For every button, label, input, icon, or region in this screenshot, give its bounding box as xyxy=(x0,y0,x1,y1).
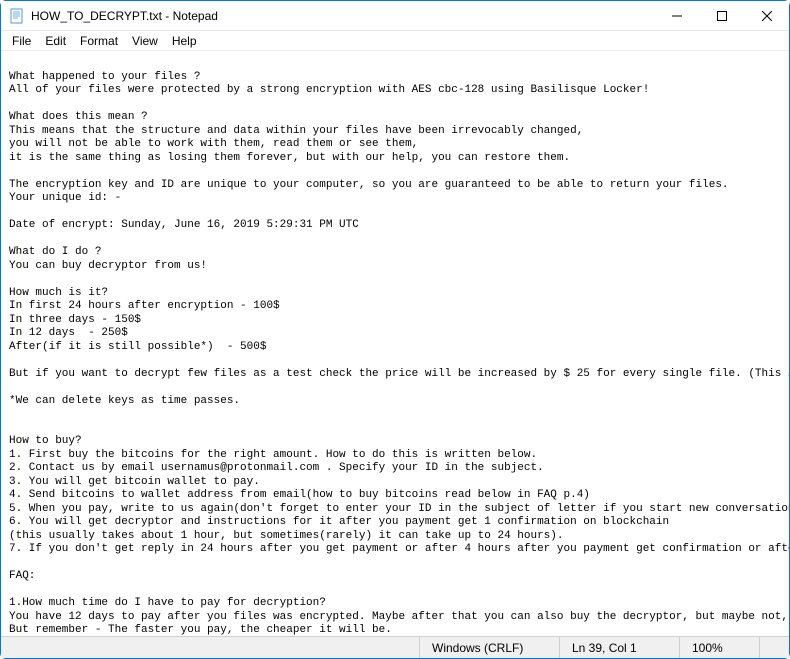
statusbar: Windows (CRLF) Ln 39, Col 1 100% xyxy=(1,636,789,658)
menu-format[interactable]: Format xyxy=(73,32,125,50)
menubar: File Edit Format View Help xyxy=(1,31,789,51)
maximize-button[interactable] xyxy=(699,1,744,30)
minimize-button[interactable] xyxy=(654,1,699,30)
menu-help[interactable]: Help xyxy=(165,32,204,50)
menu-edit[interactable]: Edit xyxy=(38,32,73,50)
status-encoding: Windows (CRLF) xyxy=(419,637,559,658)
titlebar: HOW_TO_DECRYPT.txt - Notepad xyxy=(1,1,789,31)
text-area[interactable]: What happened to your files ? All of you… xyxy=(1,51,789,636)
window-title: HOW_TO_DECRYPT.txt - Notepad xyxy=(31,9,654,23)
close-button[interactable] xyxy=(744,1,789,30)
status-cursor: Ln 39, Col 1 xyxy=(559,637,679,658)
status-zoom: 100% xyxy=(679,637,759,658)
menu-view[interactable]: View xyxy=(125,32,165,50)
status-end xyxy=(759,637,789,658)
notepad-icon xyxy=(9,8,25,24)
window-controls xyxy=(654,1,789,30)
menu-file[interactable]: File xyxy=(5,32,38,50)
